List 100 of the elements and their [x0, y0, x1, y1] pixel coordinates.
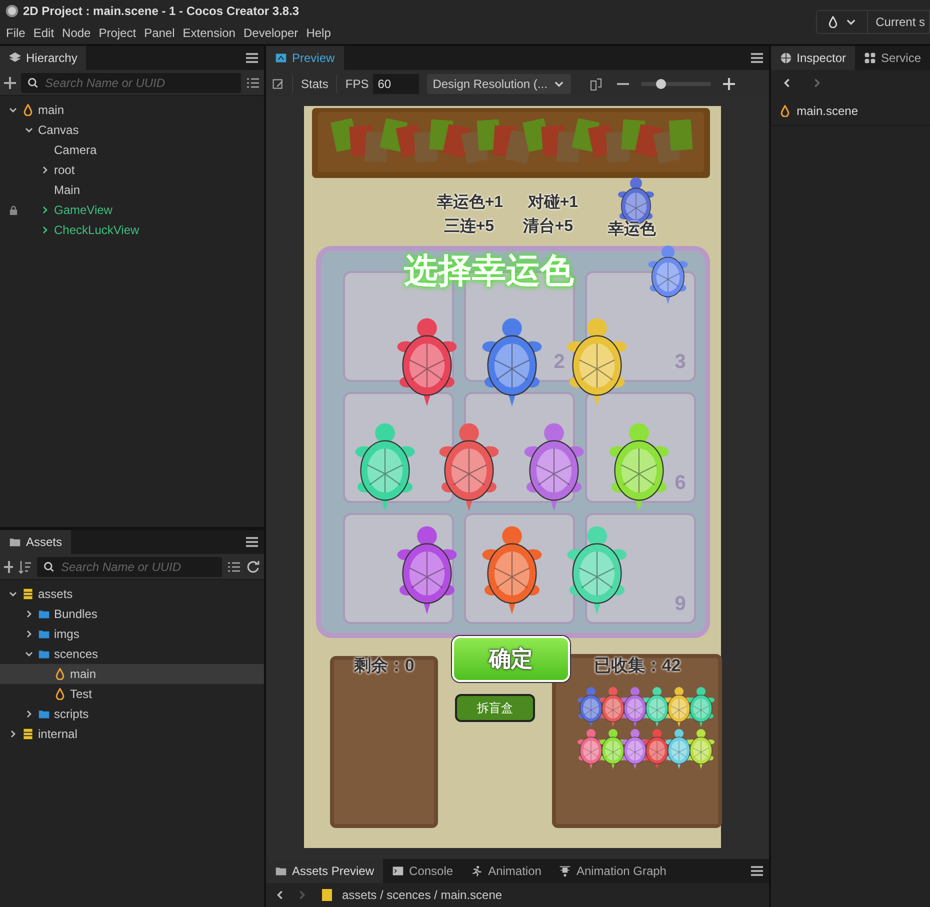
turtle-drawing [643, 687, 670, 727]
preview-tab[interactable]: Preview [266, 46, 344, 70]
panel-tab[interactable]: Assets Preview [266, 859, 384, 883]
tree-item[interactable]: root [0, 160, 264, 180]
scene-icon [54, 668, 66, 680]
scene-icon [54, 688, 66, 700]
panel-tab[interactable]: Inspector [770, 46, 855, 70]
expand-caret-icon[interactable] [40, 225, 50, 235]
fps-field[interactable]: 60 [372, 74, 419, 94]
collected-count: 已收集：42 [594, 655, 681, 677]
expand-caret-icon[interactable] [24, 709, 34, 719]
menu-item[interactable]: File [2, 26, 30, 40]
turtle-drawing [687, 729, 714, 769]
list-options-icon[interactable] [227, 560, 241, 574]
score-rule-text: 对碰+1 [528, 192, 578, 213]
panel-tab[interactable]: Console [383, 859, 462, 883]
hierarchy-tab[interactable]: Hierarchy [0, 46, 86, 70]
database-icon [22, 728, 34, 740]
turtle-drawing [577, 687, 604, 727]
menu-item[interactable]: Project [94, 26, 140, 40]
collapse-caret-icon[interactable] [8, 105, 18, 115]
tree-item[interactable]: Main [0, 180, 264, 200]
tree-item[interactable]: assets [0, 584, 264, 604]
grid-icon [864, 52, 876, 64]
folder-icon [38, 648, 50, 660]
expand-caret-icon[interactable] [8, 729, 18, 739]
panel-tab[interactable]: Animation Graph [550, 859, 676, 883]
expand-caret-icon[interactable] [40, 205, 50, 215]
folder-icon [38, 628, 50, 640]
menu-item[interactable]: Help [302, 26, 335, 40]
terminal-icon [392, 865, 404, 877]
layers-icon [9, 52, 21, 64]
database-icon [22, 588, 34, 600]
refresh-icon[interactable] [246, 560, 260, 574]
collapse-caret-icon[interactable] [8, 589, 18, 599]
inspector-item: main.scene [796, 104, 858, 118]
preview-icon [275, 52, 287, 64]
tree-item[interactable]: internal [0, 724, 264, 744]
open-box-button[interactable]: 拆盲盒 [454, 694, 535, 722]
turtle-drawing [621, 729, 648, 769]
stats-toggle[interactable]: Stats [301, 77, 328, 91]
fps-label: FPS [345, 77, 369, 91]
turtle-drawing [599, 687, 626, 727]
turtle-drawing [665, 729, 692, 769]
turtle-drawing [665, 687, 692, 727]
tree-item[interactable]: Canvas [0, 120, 264, 140]
tree-item[interactable]: main [0, 100, 264, 120]
collapse-caret-icon[interactable] [24, 125, 34, 135]
menu-item[interactable]: Node [58, 26, 95, 40]
app-logo-icon [6, 5, 18, 17]
tree-item[interactable]: Test [0, 684, 264, 704]
list-options-icon[interactable] [246, 76, 260, 90]
collapse-caret-icon[interactable] [24, 649, 34, 659]
menu-icon[interactable] [246, 53, 258, 63]
menu-item[interactable]: Edit [29, 26, 58, 40]
sort-icon[interactable] [18, 560, 32, 574]
folder-icon [38, 608, 50, 620]
rotate-device-icon[interactable] [589, 77, 604, 91]
running-figure-icon [471, 865, 484, 877]
panel-tab[interactable]: Animation [462, 859, 550, 883]
folder-icon [38, 708, 50, 720]
expand-caret-icon[interactable] [24, 629, 34, 639]
menu-icon[interactable] [750, 866, 763, 876]
tree-item[interactable]: Camera [0, 140, 264, 160]
breadcrumb-path: assets / scences / main.scene [342, 888, 502, 902]
score-rule-text: 三连+5 [444, 216, 494, 237]
edit-icon[interactable] [272, 78, 284, 90]
globe-icon [780, 52, 792, 64]
drop-icon [826, 16, 839, 28]
panel-tab[interactable]: Service [854, 46, 930, 70]
graph-node-icon [559, 865, 572, 877]
menu-item[interactable]: Extension [178, 26, 240, 40]
folder-icon [275, 865, 287, 877]
menu-item[interactable]: Panel [140, 26, 179, 40]
scene-selector[interactable] [816, 10, 868, 34]
search-field[interactable]: Search Name or UUID [37, 556, 222, 576]
score-rule-text: 幸运色+1 [436, 192, 504, 213]
turtle-drawing [687, 687, 714, 727]
resolution-dropdown[interactable]: Design Resolution (... [426, 74, 572, 94]
tree-item[interactable]: GameView [0, 200, 264, 220]
tree-item[interactable]: imgs [0, 624, 264, 644]
menu-icon[interactable] [750, 53, 763, 63]
lucky-color-label: 幸运色 [608, 220, 656, 240]
slider-thumb[interactable] [656, 79, 666, 89]
menu-icon[interactable] [246, 537, 258, 547]
menu-item[interactable]: Developer [239, 26, 302, 40]
search-field[interactable]: Search Name or UUID [21, 72, 241, 92]
scene-icon [778, 104, 791, 116]
tree-item[interactable]: main [0, 664, 264, 684]
tree-item[interactable]: scripts [0, 704, 264, 724]
tree-item[interactable]: Bundles [0, 604, 264, 624]
turtle-drawing [621, 687, 648, 727]
remaining-count: 剩余：0 [354, 655, 414, 677]
tree-item[interactable]: scences [0, 644, 264, 664]
tree-item[interactable]: CheckLuckView [0, 220, 264, 240]
assets-tab[interactable]: Assets [0, 530, 72, 554]
expand-caret-icon[interactable] [40, 165, 50, 175]
turtle-drawing [577, 729, 604, 769]
expand-caret-icon[interactable] [24, 609, 34, 619]
score-rule-text: 清台+5 [522, 216, 574, 237]
